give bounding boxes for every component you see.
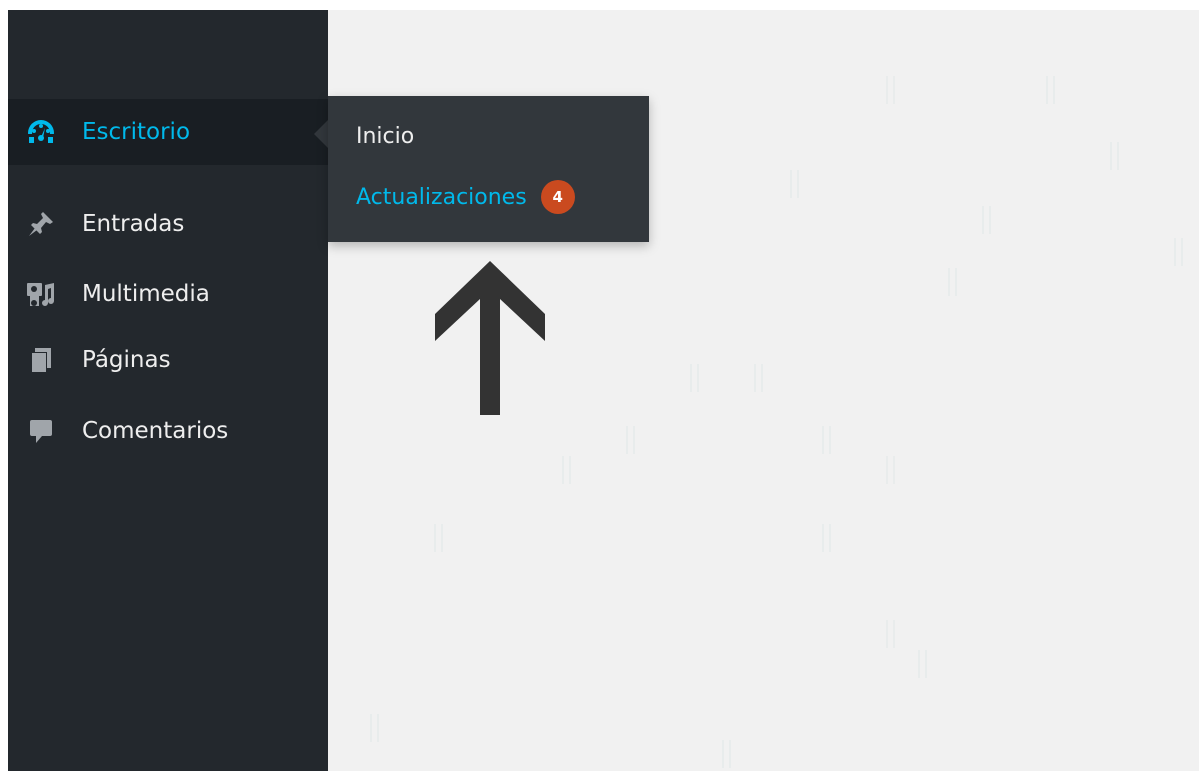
up-arrow-icon xyxy=(435,261,545,420)
sidebar-item-escritorio[interactable]: Escritorio xyxy=(8,99,328,165)
submenu-item-inicio[interactable]: Inicio xyxy=(356,124,414,149)
dashboard-icon xyxy=(24,115,58,149)
sidebar-item-label: Páginas xyxy=(82,347,171,373)
escritorio-submenu: Inicio Actualizaciones 4 xyxy=(328,96,649,242)
sidebar-item-label: Entradas xyxy=(82,211,185,237)
background-texture-mark xyxy=(368,714,382,742)
background-texture-mark xyxy=(1172,238,1186,266)
background-texture-mark xyxy=(624,426,638,454)
sidebar-item-comentarios[interactable]: Comentarios xyxy=(8,411,328,451)
pages-icon xyxy=(24,343,58,377)
background-texture-mark xyxy=(946,268,960,296)
background-texture-mark xyxy=(752,364,766,392)
background-texture-mark xyxy=(1044,76,1058,104)
background-texture-mark xyxy=(820,426,834,454)
background-texture-mark xyxy=(432,524,446,552)
background-texture-mark xyxy=(688,364,702,392)
background-texture-mark xyxy=(720,740,734,768)
flyout-caret xyxy=(314,120,328,148)
background-texture-mark xyxy=(788,170,802,198)
background-texture-mark xyxy=(884,76,898,104)
background-texture-mark xyxy=(916,650,930,678)
media-icon xyxy=(24,277,58,311)
admin-sidebar: Escritorio Entradas Multimedia Páginas C… xyxy=(8,10,328,771)
comments-icon xyxy=(24,414,58,448)
sidebar-item-label: Comentarios xyxy=(82,418,229,444)
background-texture-mark xyxy=(820,524,834,552)
pushpin-icon xyxy=(24,207,58,241)
submenu-item-actualizaciones[interactable]: Actualizaciones 4 xyxy=(356,180,575,214)
submenu-item-label: Actualizaciones xyxy=(356,184,527,210)
sidebar-item-entradas[interactable]: Entradas xyxy=(8,204,328,244)
submenu-item-label: Inicio xyxy=(356,124,415,149)
update-count-badge: 4 xyxy=(540,180,575,214)
sidebar-item-label: Multimedia xyxy=(82,281,210,307)
background-texture-mark xyxy=(560,456,574,484)
admin-frame: Escritorio Entradas Multimedia Páginas C… xyxy=(8,10,1199,771)
sidebar-item-label: Escritorio xyxy=(82,119,191,145)
background-texture-mark xyxy=(980,206,994,234)
background-texture-mark xyxy=(884,620,898,648)
sidebar-item-multimedia[interactable]: Multimedia xyxy=(8,274,328,314)
background-texture-mark xyxy=(1108,142,1122,170)
background-texture-mark xyxy=(884,456,898,484)
sidebar-item-paginas[interactable]: Páginas xyxy=(8,340,328,380)
